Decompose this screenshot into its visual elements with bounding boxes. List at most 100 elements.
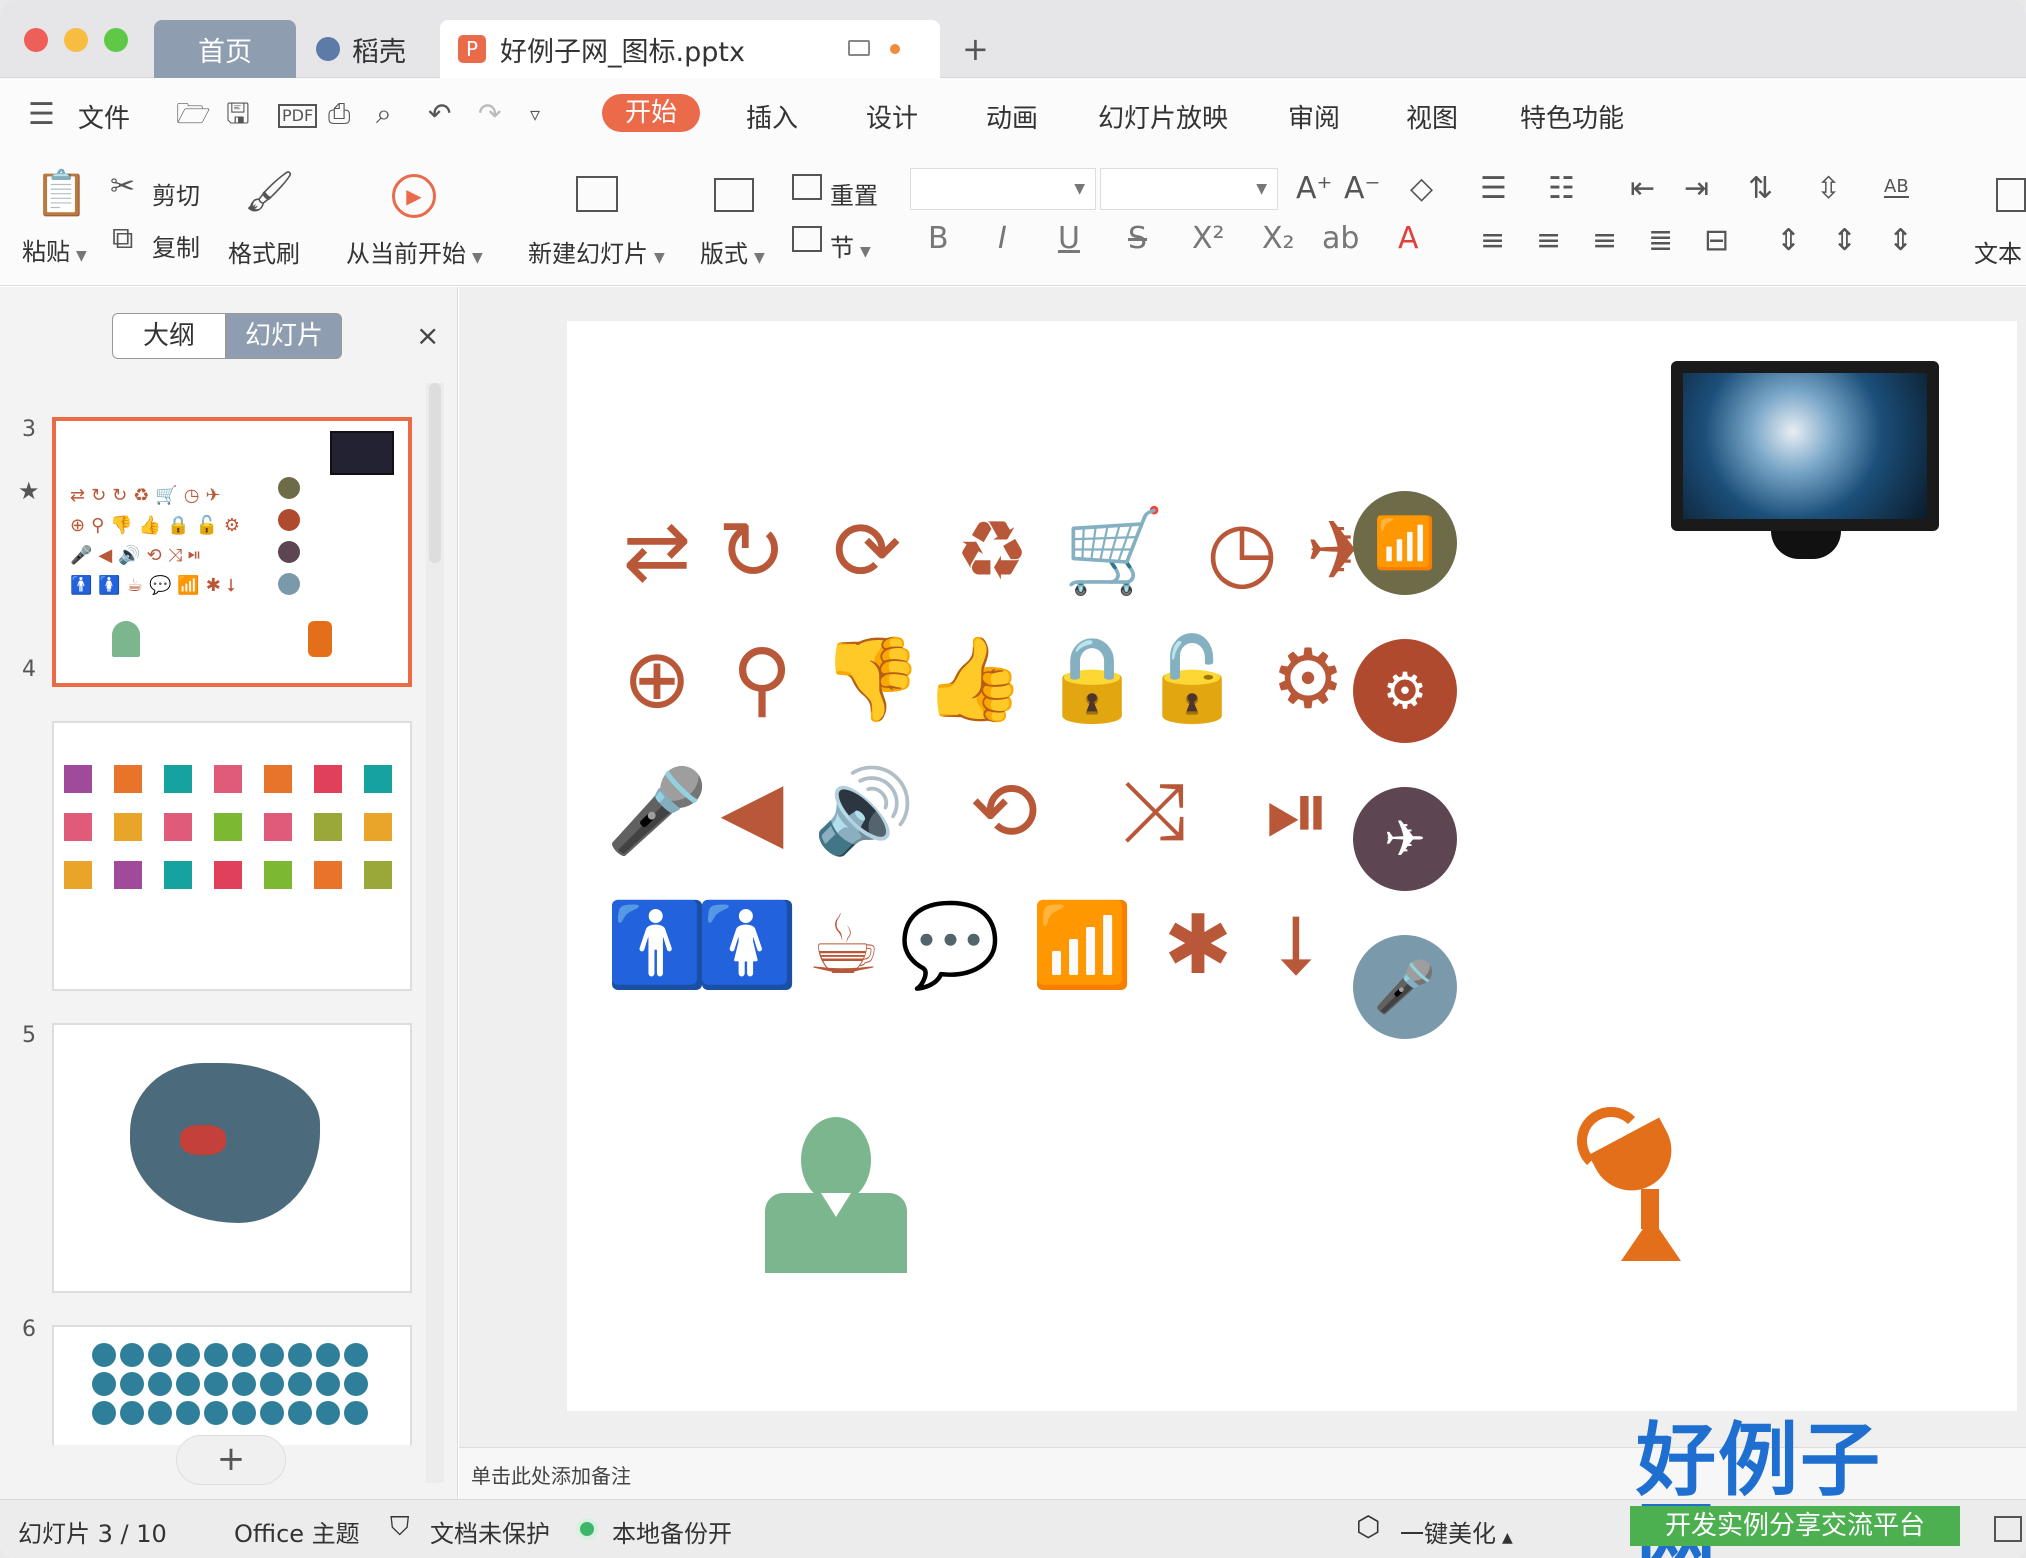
presentation-icon[interactable] (848, 40, 870, 56)
justify-icon[interactable]: ≣ (1648, 226, 1673, 256)
slide-counter: 幻灯片 3 / 10 (18, 1520, 167, 1548)
beautify-button[interactable]: 一键美化 (1400, 1520, 1496, 1548)
line-spacing-icon[interactable]: ⇳ (1816, 174, 1841, 204)
subscript-icon[interactable]: X₂ (1262, 224, 1295, 254)
thumb-satellite (308, 621, 332, 657)
menu-insert[interactable]: 插入 (746, 98, 798, 135)
font-name-select[interactable]: ▼ (910, 168, 1096, 210)
tab-outline[interactable]: 大纲 (112, 313, 226, 359)
font-color-icon[interactable]: A (1398, 224, 1419, 254)
panel-scrollbar[interactable] (426, 383, 444, 1483)
align-center-icon[interactable]: ≡ (1536, 226, 1561, 256)
gears-circle-icon: ⚙ (1353, 639, 1457, 743)
menu-bar: ☰ 文件 🗁 🖫 PDF ⎙ ⌕ ↶ ↷ ▿ 开始 插入 设计 动画 幻灯片放映… (0, 78, 2026, 152)
lock-icon: 🔒 (1040, 632, 1144, 727)
bullet-list-icon[interactable]: ☰ (1480, 174, 1507, 204)
align-left-icon[interactable]: ≡ (1480, 226, 1505, 256)
print-preview-icon[interactable]: ⌕ (376, 100, 392, 128)
slide-thumbnail-3[interactable]: ⇄↻↻♻🛒◷✈ ⊕⚲👎👍🔒🔓⚙ 🎤◀🔊⟲⤨⏯ 🚹🚺☕💬📶✱⭣ (52, 417, 412, 687)
thumb-circle-icons (92, 1343, 382, 1425)
bold-icon[interactable]: B (928, 224, 949, 254)
tab-slides[interactable]: 幻灯片 (226, 313, 342, 359)
tab-document[interactable]: P 好例子网_图标.pptx (440, 20, 940, 78)
menu-design[interactable]: 设计 (866, 98, 918, 135)
tab-wps[interactable]: 稻壳 (316, 20, 406, 78)
panel-scroll-thumb[interactable] (429, 383, 441, 563)
undo-icon[interactable]: ↶ (428, 100, 451, 128)
clock-icon: ◷ (1206, 504, 1278, 599)
menu-review[interactable]: 审阅 (1288, 98, 1340, 135)
textbox-button[interactable]: 文本 (1974, 234, 2022, 269)
clear-format-icon[interactable]: ◇ (1410, 174, 1433, 204)
normal-view-icon[interactable] (1994, 1516, 2022, 1542)
recycle-icon: ♻ (955, 504, 1029, 599)
new-tab-button[interactable]: + (962, 20, 989, 78)
brush-icon: 🖌 (244, 169, 295, 215)
refresh-icon: ↻ (717, 504, 787, 599)
minimize-window-button[interactable] (64, 28, 88, 52)
menu-features[interactable]: 特色功能 (1520, 98, 1624, 135)
slide-thumbnail-5[interactable] (52, 1023, 412, 1293)
text-direction-icon[interactable]: AB (1884, 178, 1909, 198)
redo-icon[interactable]: ↷ (478, 100, 501, 128)
ribbon-toolbar: 📋 粘贴 ▼ ✂ 剪切 ⧉ 复制 🖌 格式刷 ▶ 从当前开始 ▼ 新建幻灯片 ▼ 版式… (0, 152, 2026, 286)
menu-home[interactable]: 开始 (602, 94, 700, 132)
print-icon[interactable]: ⎙ (328, 100, 350, 128)
tab-outline-label: 大纲 (142, 321, 195, 351)
menu-file[interactable]: 文件 (78, 98, 130, 135)
plane-circle-icon: ✈ (1353, 787, 1457, 891)
microphone-icon: 🎤 (605, 764, 709, 859)
tab-home[interactable]: 首页 (154, 20, 296, 78)
cut-button[interactable]: 剪切 (152, 176, 200, 211)
reset-button[interactable]: 重置 (830, 176, 878, 211)
highlight-icon[interactable]: ab (1322, 224, 1359, 254)
speaker-loud-icon: 🔊 (812, 764, 916, 859)
sort-icon[interactable]: ⇅ (1748, 174, 1773, 204)
increase-indent-icon[interactable]: ⇥ (1684, 174, 1709, 204)
paragraph-spacing-icon[interactable]: ⇕ (1776, 226, 1801, 256)
format-painter-button[interactable]: 格式刷 (228, 234, 300, 269)
slide-thumbnail-6[interactable] (52, 1325, 412, 1445)
new-slide-icon (576, 176, 618, 212)
italic-icon[interactable]: I (998, 224, 1007, 254)
font-size-select[interactable]: ▼ (1100, 168, 1278, 210)
superscript-icon[interactable]: X² (1192, 224, 1225, 254)
quick-access-dropdown-icon[interactable]: ▿ (530, 104, 540, 124)
decrease-indent-icon[interactable]: ⇤ (1630, 174, 1655, 204)
paste-icon: 📋 (34, 168, 89, 219)
line-spacing-3-icon[interactable]: ⇕ (1888, 226, 1913, 256)
satellite-dish-icon (1577, 1107, 1717, 1267)
hamburger-icon[interactable]: ☰ (28, 100, 55, 130)
open-folder-icon[interactable]: 🗁 (176, 100, 211, 128)
close-panel-button[interactable]: × (416, 319, 439, 352)
increase-font-icon[interactable]: A⁺ (1296, 174, 1332, 204)
slide-number-3: 3 (22, 417, 36, 442)
section-button[interactable]: 节 (830, 234, 854, 262)
slide-thumbnail-4[interactable] (52, 721, 412, 991)
close-window-button[interactable] (24, 28, 48, 52)
play-icon: ▶ (392, 174, 436, 218)
ppt-file-icon: P (458, 35, 486, 63)
align-right-icon[interactable]: ≡ (1592, 226, 1617, 256)
protect-status[interactable]: 文档未保护 (430, 1514, 550, 1549)
add-slide-button[interactable]: + (176, 1435, 286, 1485)
current-slide[interactable]: ⇄ ↻ ⟳ ♻ 🛒 ◷ ✈ ⊕ ⚲ 👎 👍 🔒 🔓 ⚙ 🎤 ◀ 🔊 ⟲ ⤨ ⏯ … (567, 321, 2017, 1411)
menu-animation[interactable]: 动画 (986, 98, 1038, 135)
strikethrough-icon[interactable]: S (1128, 224, 1147, 254)
distribute-icon[interactable]: ⊟ (1704, 226, 1729, 256)
save-icon[interactable]: 🖫 (226, 100, 250, 128)
underline-icon[interactable]: U (1058, 224, 1080, 254)
decrease-font-icon[interactable]: A⁻ (1344, 174, 1380, 204)
slide-number-6: 6 (22, 1317, 36, 1342)
menu-slideshow[interactable]: 幻灯片放映 (1098, 98, 1228, 135)
theme-name[interactable]: Office 主题 (234, 1514, 360, 1549)
line-spacing-2-icon[interactable]: ⇕ (1832, 226, 1857, 256)
numbered-list-icon[interactable]: ☷ (1548, 174, 1575, 204)
zoom-window-button[interactable] (104, 28, 128, 52)
shield-icon: ⛉ (390, 1512, 410, 1542)
paste-label: 粘贴 (22, 238, 70, 266)
menu-view[interactable]: 视图 (1406, 98, 1458, 135)
backup-status[interactable]: 本地备份开 (612, 1514, 732, 1549)
export-pdf-icon[interactable]: PDF (278, 104, 318, 128)
copy-button[interactable]: 复制 (152, 228, 200, 263)
